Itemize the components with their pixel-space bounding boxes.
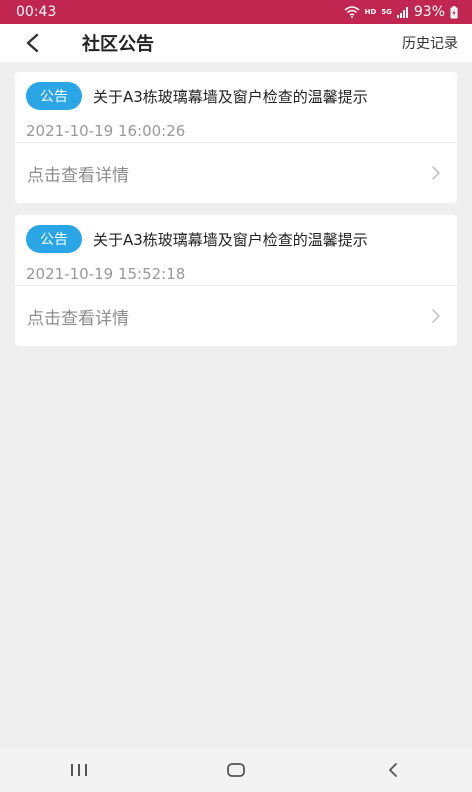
battery-charging-icon (450, 5, 458, 18)
battery-percent: 93% (413, 4, 445, 20)
notice-header[interactable]: 公告 关于A3栋玻璃幕墙及窗户检查的温馨提示 2021-10-19 16:00:… (15, 72, 457, 142)
chevron-right-icon (432, 166, 440, 180)
home-button[interactable] (206, 748, 266, 792)
view-details-link[interactable]: 点击查看详情 (15, 286, 457, 346)
hd-indicator: HD (364, 7, 377, 16)
notice-tag: 公告 (26, 225, 82, 253)
page-title: 社区公告 (82, 34, 154, 55)
notice-card: 公告 关于A3栋玻璃幕墙及窗户检查的温馨提示 2021-10-19 15:52:… (15, 215, 457, 346)
chevron-left-icon (26, 33, 39, 53)
notice-time: 2021-10-19 16:00:26 (26, 122, 186, 140)
notice-header[interactable]: 公告 关于A3栋玻璃幕墙及窗户检查的温馨提示 2021-10-19 15:52:… (15, 215, 457, 285)
status-bar: 00:43 HD 5G 93% (0, 0, 472, 24)
history-button[interactable]: 历史记录 (402, 33, 458, 53)
notice-card: 公告 关于A3栋玻璃幕墙及窗户检查的温馨提示 2021-10-19 16:00:… (15, 72, 457, 203)
system-back-button[interactable] (363, 748, 423, 792)
back-button[interactable] (20, 31, 44, 55)
network-type: 5G (381, 7, 392, 16)
top-navigation-bar: 社区公告 历史记录 (0, 24, 472, 62)
view-details-link[interactable]: 点击查看详情 (15, 143, 457, 203)
notice-title-row: 公告 关于A3栋玻璃幕墙及窗户检查的温馨提示 (26, 225, 457, 253)
notice-list: 公告 关于A3栋玻璃幕墙及窗户检查的温馨提示 2021-10-19 16:00:… (15, 72, 457, 358)
notice-title-row: 公告 关于A3栋玻璃幕墙及窗户检查的温馨提示 (26, 82, 457, 110)
status-time: 00:43 (16, 4, 57, 20)
notice-time: 2021-10-19 15:52:18 (26, 265, 186, 283)
wifi-icon (344, 6, 360, 18)
notice-title: 关于A3栋玻璃幕墙及窗户检查的温馨提示 (93, 87, 368, 106)
view-details-label: 点击查看详情 (27, 165, 129, 186)
status-indicators: HD 5G 93% (344, 4, 458, 20)
home-icon (227, 763, 245, 777)
recents-button[interactable] (49, 748, 109, 792)
signal-icon (396, 6, 408, 18)
chevron-right-icon (432, 309, 440, 323)
system-navigation-bar (0, 748, 472, 792)
view-details-label: 点击查看详情 (27, 308, 129, 329)
notice-tag: 公告 (26, 82, 82, 110)
notice-title: 关于A3栋玻璃幕墙及窗户检查的温馨提示 (93, 230, 368, 249)
back-icon (389, 763, 398, 777)
recents-icon (70, 764, 87, 776)
